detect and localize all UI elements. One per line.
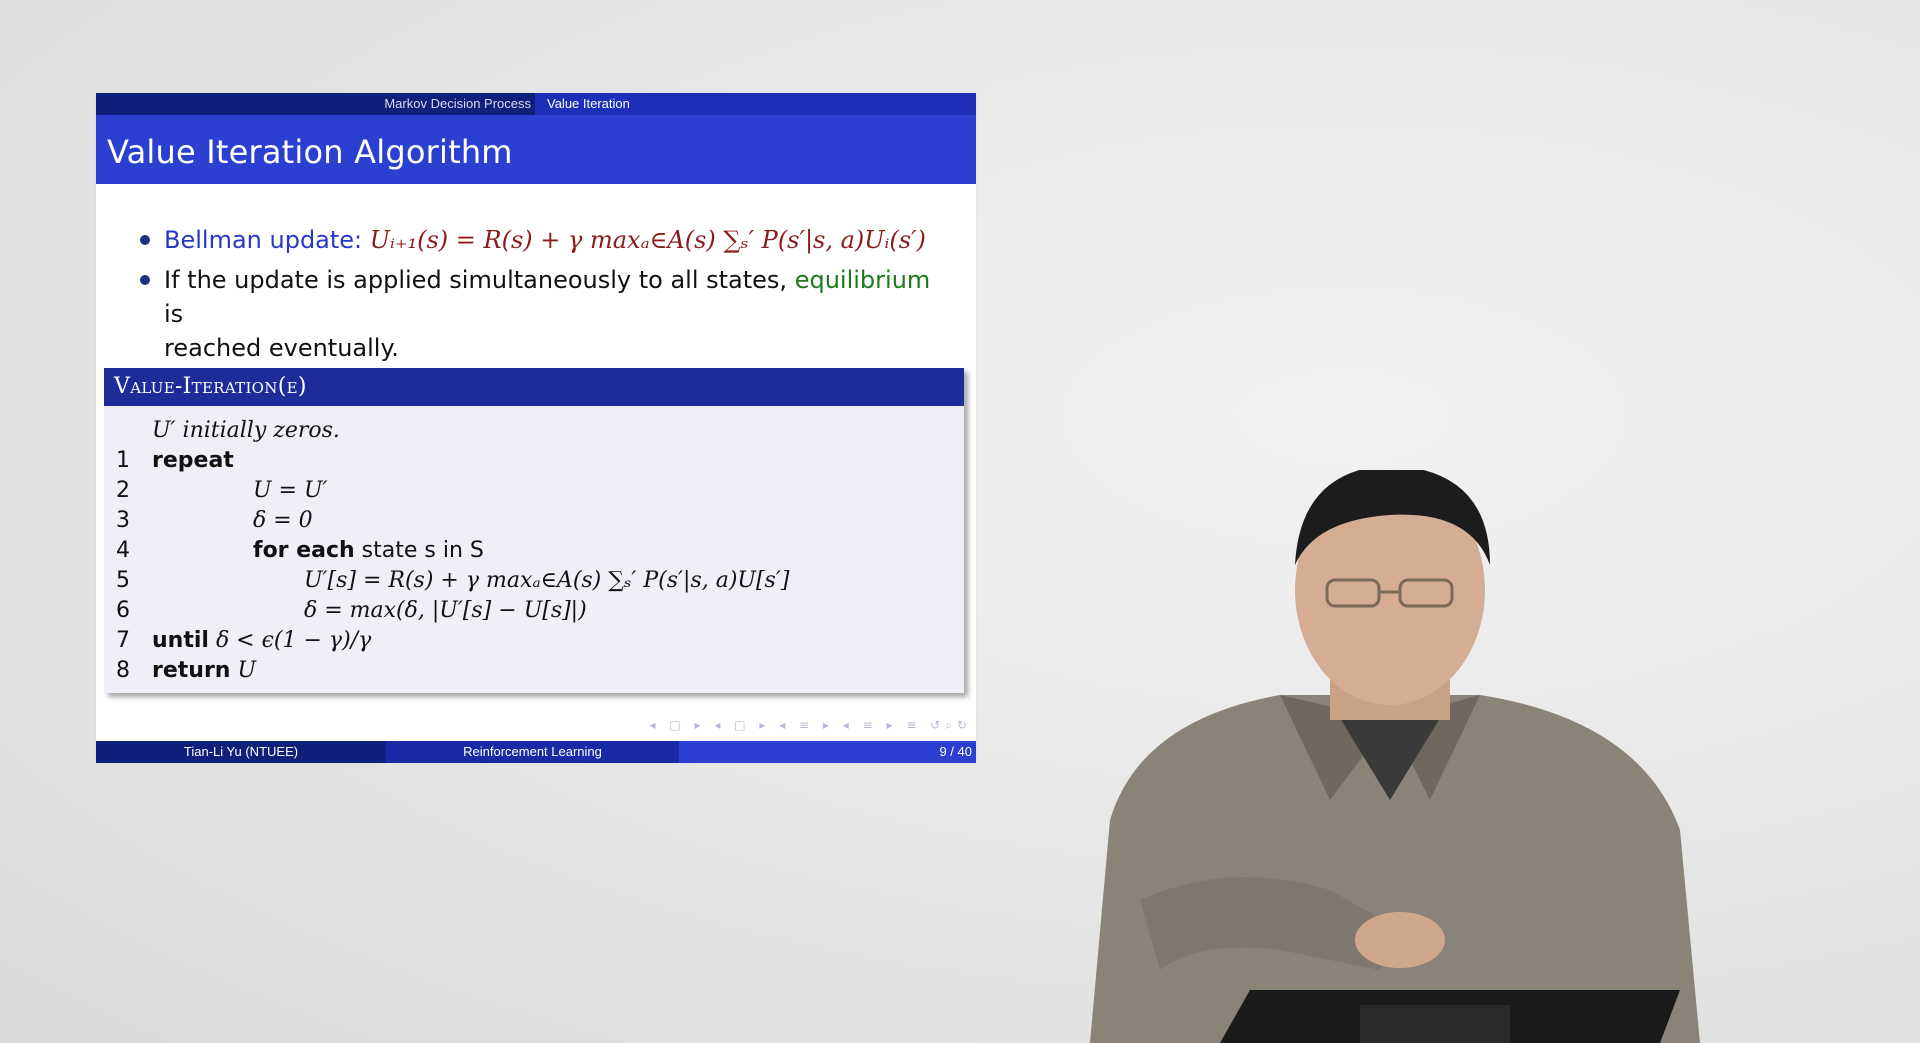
nav-subsection-label[interactable]: Value Iteration — [535, 93, 976, 115]
bullet-bellman: Bellman update: Uᵢ₊₁(s) = R(s) + γ maxₐ∈… — [136, 223, 956, 257]
footer-course: Reinforcement Learning — [386, 741, 679, 763]
bullet-dot-icon — [140, 235, 150, 245]
line-number: 3 — [116, 508, 130, 533]
line-code: U′ initially zeros. — [152, 418, 340, 443]
algo-line: 2 U = U′ — [104, 476, 964, 506]
algo-line: 7 until δ < ϵ(1 − γ)/γ — [104, 626, 964, 656]
bullet-text: If the update is applied simultaneously … — [164, 266, 788, 294]
slide-footer: Tian-Li Yu (NTUEE) Reinforcement Learnin… — [96, 741, 976, 763]
line-code: δ = max(δ, |U′[s] − U[s]|) — [304, 598, 587, 623]
bullet-list: Bellman update: Uᵢ₊₁(s) = R(s) + γ maxₐ∈… — [136, 223, 956, 371]
slide-title: Value Iteration Algorithm — [107, 133, 513, 171]
bullet-equilibrium: If the update is applied simultaneously … — [136, 263, 956, 365]
line-code: for each state s in S — [253, 538, 484, 563]
algorithm-box: Value-Iteration(ϵ) U′ initially zeros. 1… — [104, 368, 964, 693]
footer-page-number: 9 / 40 — [679, 741, 976, 763]
line-code: repeat — [152, 448, 234, 473]
line-number: 1 — [116, 448, 130, 473]
algo-line: 4 for each state s in S — [104, 536, 964, 566]
line-number: 4 — [116, 538, 130, 563]
line-number: 8 — [116, 658, 130, 683]
line-number: 6 — [116, 598, 130, 623]
line-code: U = U′ — [253, 478, 328, 503]
slide-headline-bar: Markov Decision Process Value Iteration — [96, 93, 976, 115]
nav-section-label[interactable]: Markov Decision Process — [384, 93, 531, 115]
bellman-formula: Uᵢ₊₁(s) = R(s) + γ maxₐ∈A(s) ∑ₛ′ P(s′|s,… — [369, 226, 926, 254]
line-code: until δ < ϵ(1 − γ)/γ — [152, 628, 372, 653]
algo-line: 6 δ = max(δ, |U′[s] − U[s]|) — [104, 596, 964, 626]
bellman-label: Bellman update: — [164, 226, 363, 254]
line-code: U′[s] = R(s) + γ maxₐ∈A(s) ∑ₛ′ P(s′|s, a… — [304, 568, 790, 593]
bullet-text-line2: reached eventually. — [164, 334, 399, 362]
equilibrium-highlight: equilibrium — [794, 266, 931, 294]
algorithm-body: U′ initially zeros. 1 repeat 2 U = U′ 3 … — [104, 406, 964, 686]
slide-title-bar: Value Iteration Algorithm — [96, 115, 976, 184]
algo-line: 8 return U — [104, 656, 964, 686]
line-number: 2 — [116, 478, 130, 503]
line-number: 5 — [116, 568, 130, 593]
algo-line: 3 δ = 0 — [104, 506, 964, 536]
bullet-text: is — [164, 300, 184, 328]
beamer-navigation-icons[interactable]: ◂ □ ▸ ◂ □ ▸ ◂ ≡ ▸ ◂ ≡ ▸ ≡ ↺⌕↻ — [650, 718, 972, 733]
line-number: 7 — [116, 628, 130, 653]
algo-line: U′ initially zeros. — [104, 416, 964, 446]
algorithm-header: Value-Iteration(ϵ) — [104, 368, 964, 406]
footer-author: Tian-Li Yu (NTUEE) — [96, 741, 386, 763]
bullet-dot-icon — [140, 275, 150, 285]
presenter-video — [1090, 470, 1700, 1043]
lecture-slide: Markov Decision Process Value Iteration … — [96, 93, 976, 763]
algo-line: 1 repeat — [104, 446, 964, 476]
algo-line: 5 U′[s] = R(s) + γ maxₐ∈A(s) ∑ₛ′ P(s′|s,… — [104, 566, 964, 596]
line-code: δ = 0 — [253, 508, 313, 533]
line-code: return U — [152, 658, 257, 683]
